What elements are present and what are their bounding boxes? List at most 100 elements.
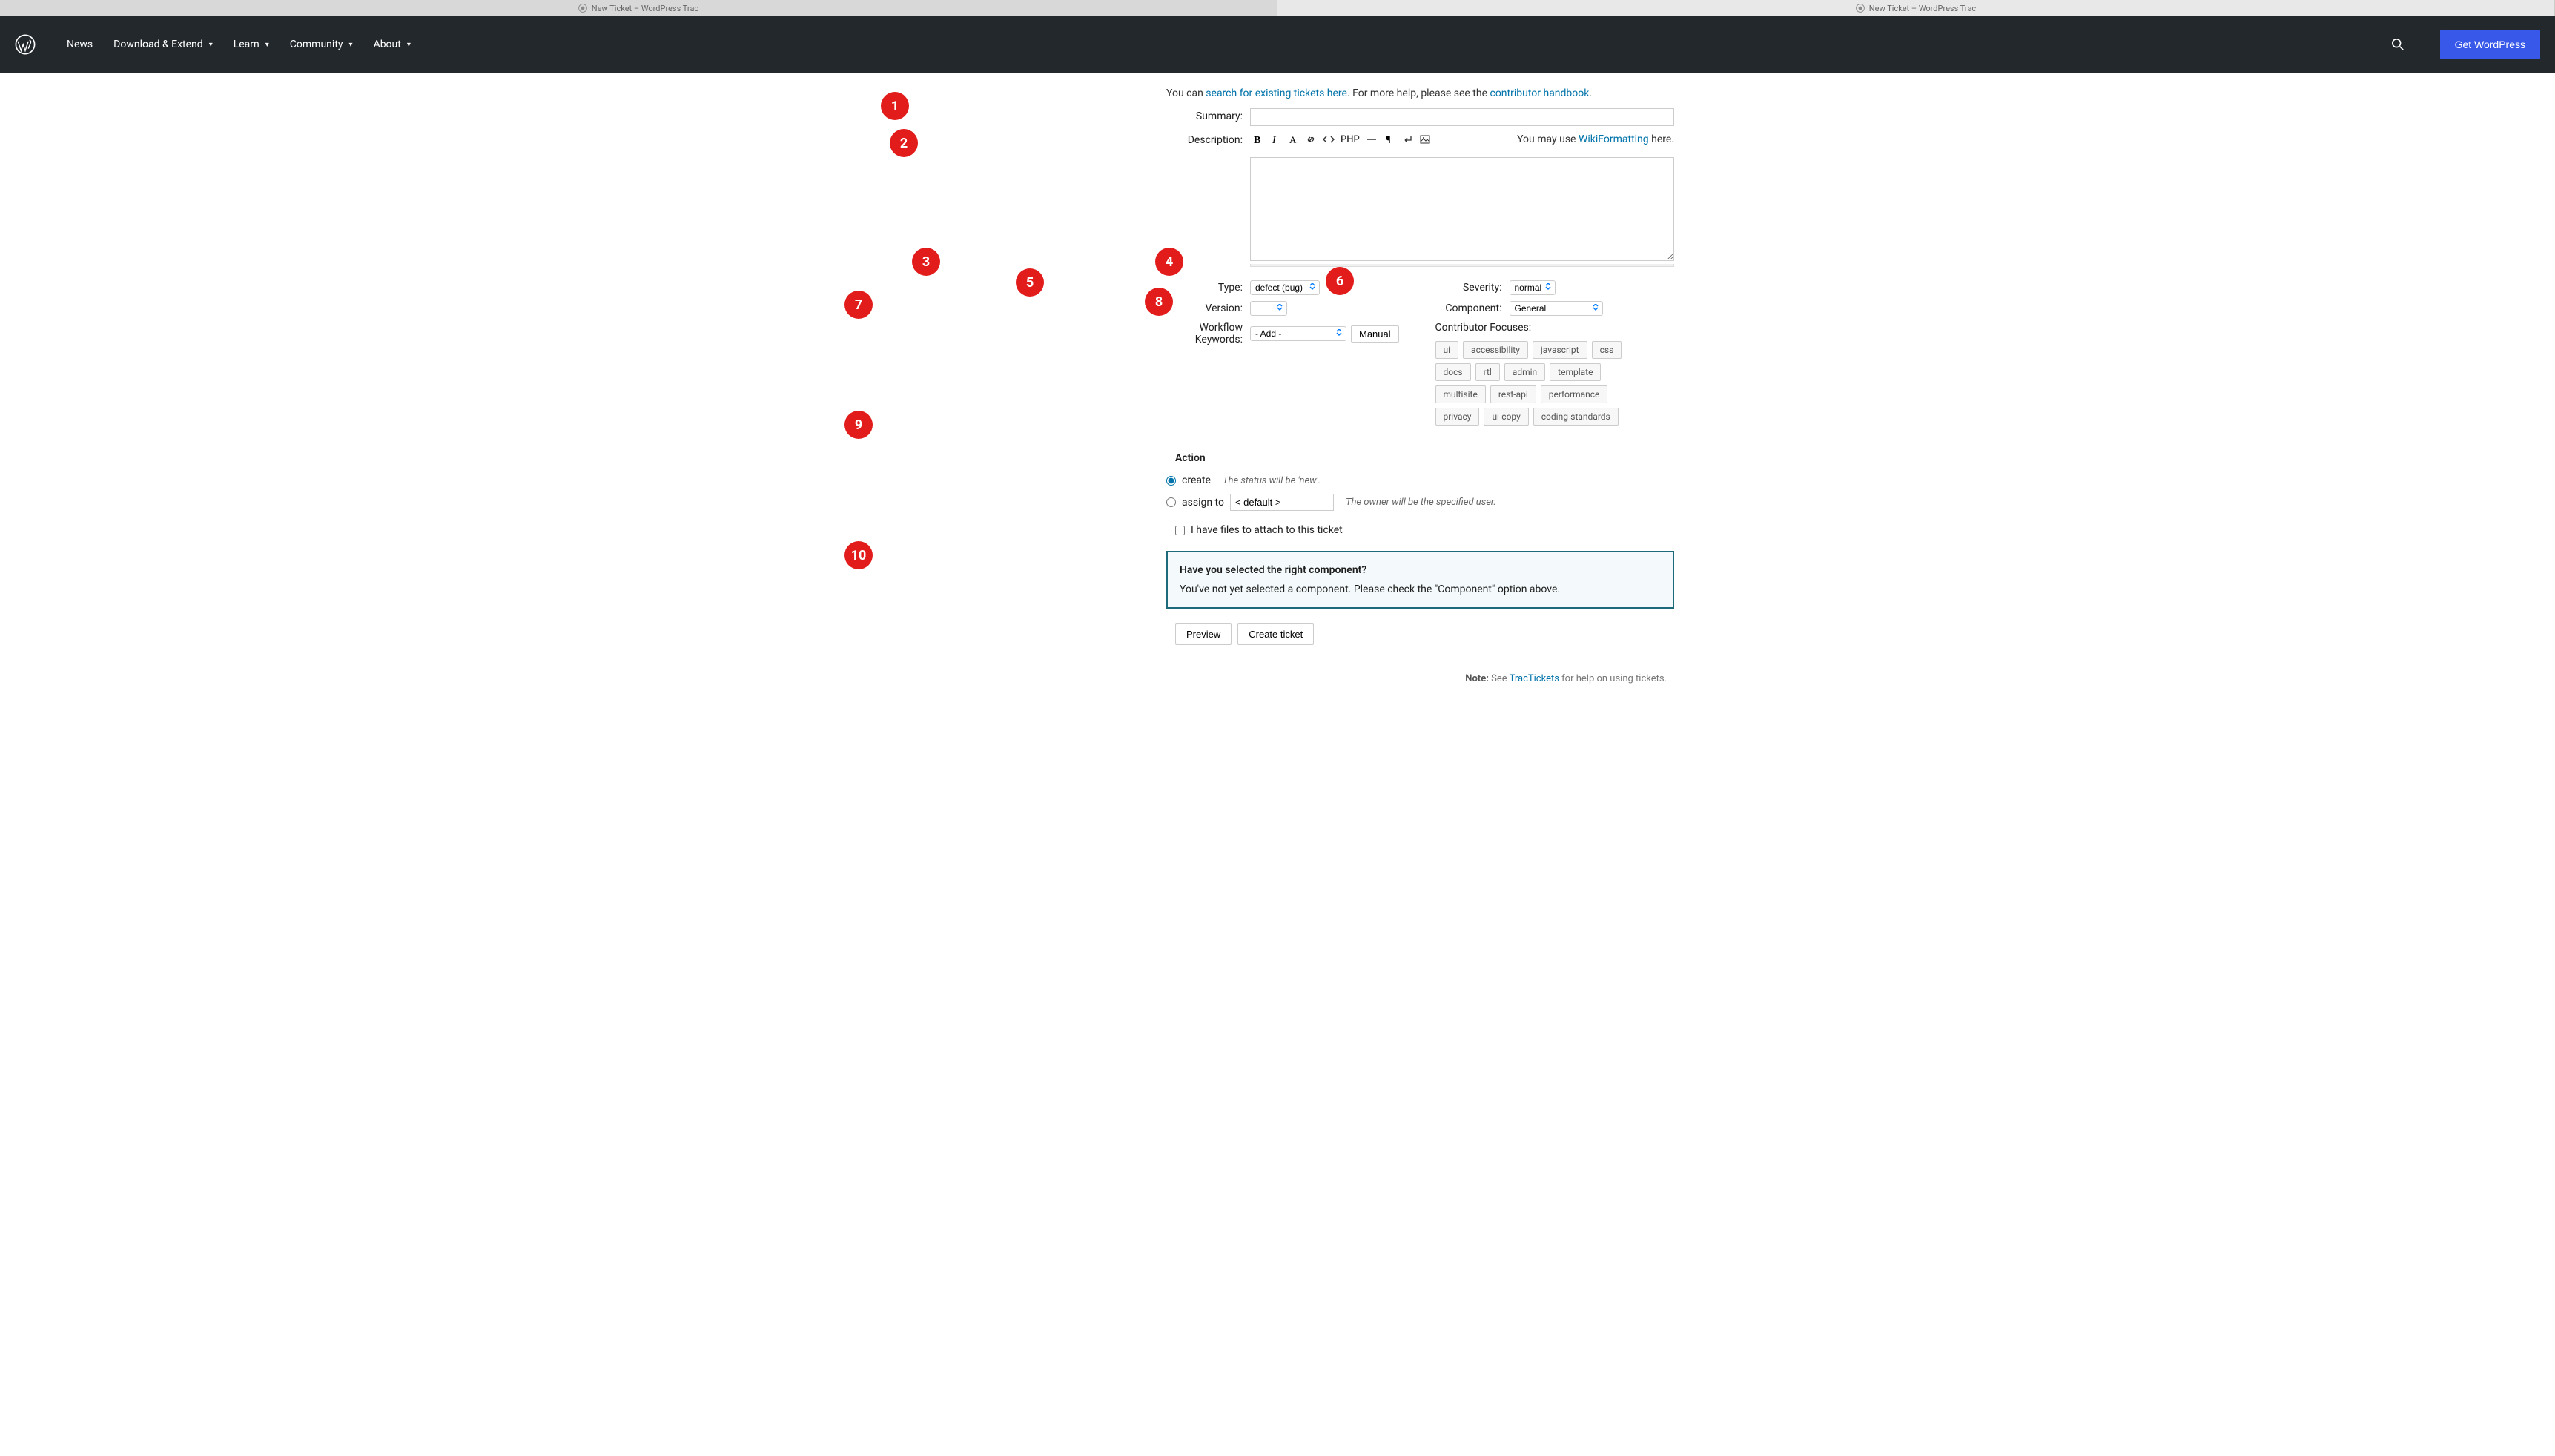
svg-text:A: A	[1289, 134, 1297, 145]
action-assign-radio[interactable]	[1166, 497, 1176, 507]
version-select[interactable]	[1250, 301, 1287, 316]
severity-select[interactable]: normal	[1510, 280, 1556, 295]
bold-icon[interactable]: B	[1250, 132, 1265, 147]
browser-tab-2[interactable]: New Ticket – WordPress Trac	[1278, 0, 2555, 16]
tab-title: New Ticket – WordPress Trac	[592, 4, 698, 13]
browser-tabs: New Ticket – WordPress Trac New Ticket –…	[0, 0, 2555, 16]
manual-button[interactable]: Manual	[1351, 325, 1399, 343]
annotation-badge: 1	[881, 92, 909, 120]
description-row: Description: B I A PHP ¶ You may use Wik…	[1166, 132, 1674, 267]
annotation-badge: 7	[844, 291, 873, 319]
action-section: Action create The status will be 'new'. …	[1166, 452, 1674, 536]
focus-tag[interactable]: performance	[1541, 385, 1608, 403]
focus-tag[interactable]: privacy	[1435, 408, 1480, 426]
handbook-link[interactable]: contributor handbook	[1490, 87, 1589, 99]
annotation-badge: 8	[1145, 288, 1173, 316]
focus-tag[interactable]: accessibility	[1463, 341, 1528, 359]
component-notice: Have you selected the right component? Y…	[1166, 551, 1674, 609]
assign-to-input[interactable]	[1230, 494, 1334, 511]
annotation-badge: 5	[1016, 268, 1044, 297]
wordpress-logo-icon[interactable]	[15, 34, 36, 55]
focus-tag[interactable]: coding-standards	[1533, 408, 1619, 426]
chevron-down-icon: ▾	[265, 41, 269, 49]
ticket-fields: Type: defect (bug) Version: Workflow Key…	[1166, 280, 1674, 431]
focus-tag[interactable]: rest-api	[1490, 385, 1536, 403]
focus-tag[interactable]: css	[1592, 341, 1622, 359]
newline-icon[interactable]	[1400, 132, 1415, 147]
description-label: Description:	[1166, 132, 1250, 146]
type-select[interactable]: defect (bug)	[1250, 280, 1320, 295]
component-select[interactable]: General	[1510, 301, 1603, 316]
main-nav: News Download & Extend▾ Learn▾ Community…	[58, 33, 2391, 56]
focus-tag[interactable]: multisite	[1435, 385, 1486, 403]
action-create-note: The status will be 'new'.	[1223, 475, 1321, 486]
focus-tag[interactable]: docs	[1435, 363, 1471, 381]
summary-input[interactable]	[1250, 108, 1674, 126]
nav-about[interactable]: About▾	[365, 33, 420, 56]
annotation-badge: 3	[912, 248, 940, 276]
focuses-label: Contributor Focuses:	[1435, 322, 1532, 334]
nav-learn[interactable]: Learn▾	[225, 33, 278, 56]
heading-icon[interactable]: A	[1286, 132, 1300, 147]
action-heading: Action	[1166, 452, 1674, 464]
intro-text: You can search for existing tickets here…	[1166, 87, 1674, 99]
component-label: Component:	[1435, 302, 1510, 314]
svg-text:¶: ¶	[1386, 134, 1391, 145]
image-icon[interactable]	[1418, 132, 1432, 147]
nav-download[interactable]: Download & Extend▾	[105, 33, 222, 56]
tab-favicon-icon	[578, 4, 587, 13]
browser-tab-1[interactable]: New Ticket – WordPress Trac	[0, 0, 1278, 16]
severity-label: Severity:	[1435, 282, 1510, 294]
attach-row: I have files to attach to this ticket	[1175, 524, 1674, 536]
editor-toolbar: B I A PHP ¶ You may use WikiFormatting h…	[1250, 132, 1674, 147]
preview-button[interactable]: Preview	[1175, 623, 1232, 645]
submit-row: Preview Create ticket	[1166, 623, 1674, 645]
action-assign-label[interactable]: assign to	[1182, 497, 1224, 509]
action-assign-note: The owner will be the specified user.	[1346, 497, 1496, 508]
get-wordpress-button[interactable]: Get WordPress	[2440, 30, 2540, 59]
resize-handle[interactable]	[1250, 264, 1674, 267]
paragraph-icon[interactable]: ¶	[1382, 132, 1397, 147]
attach-label[interactable]: I have files to attach to this ticket	[1191, 524, 1343, 536]
focus-tag[interactable]: javascript	[1533, 341, 1587, 359]
focus-tag[interactable]: admin	[1504, 363, 1545, 381]
workflow-label: Workflow Keywords:	[1166, 322, 1250, 345]
search-tickets-link[interactable]: search for existing tickets here	[1206, 87, 1347, 99]
nav-news[interactable]: News	[58, 33, 102, 56]
annotation-badge: 4	[1155, 248, 1183, 276]
svg-text:B: B	[1254, 135, 1260, 145]
focus-tag[interactable]: ui	[1435, 341, 1459, 359]
summary-row: Summary:	[1166, 108, 1674, 126]
create-ticket-button[interactable]: Create ticket	[1237, 623, 1314, 645]
action-assign-row: assign to The owner will be the specifie…	[1166, 494, 1674, 511]
nav-community[interactable]: Community▾	[281, 33, 362, 56]
wikiformatting-link[interactable]: WikiFormatting	[1579, 133, 1649, 145]
attach-checkbox[interactable]	[1175, 526, 1185, 535]
tab-title: New Ticket – WordPress Trac	[1869, 4, 1976, 13]
chevron-down-icon: ▾	[349, 41, 353, 49]
tab-favicon-icon	[1856, 4, 1865, 13]
focus-tag[interactable]: rtl	[1475, 363, 1500, 381]
chevron-down-icon: ▾	[209, 41, 213, 49]
italic-icon[interactable]: I	[1268, 132, 1283, 147]
action-create-label[interactable]: create	[1182, 474, 1211, 486]
main-content: 1 2 3 4 5 6 7 8 9 10 You can search for …	[881, 73, 1674, 684]
footer-note: Note: See TracTickets for help on using …	[1166, 673, 1674, 684]
php-button[interactable]: PHP	[1339, 132, 1361, 147]
svg-text:I: I	[1272, 135, 1277, 145]
focuses-tags: ui accessibility javascript css docs rtl…	[1435, 341, 1650, 426]
annotation-badge: 2	[890, 129, 918, 157]
action-create-radio[interactable]	[1166, 476, 1176, 486]
action-create-row: create The status will be 'new'.	[1166, 474, 1674, 486]
summary-label: Summary:	[1166, 108, 1250, 122]
hr-icon[interactable]	[1364, 132, 1379, 147]
annotation-badge: 9	[844, 411, 873, 439]
code-icon[interactable]	[1321, 132, 1336, 147]
description-textarea[interactable]	[1250, 157, 1674, 261]
workflow-select[interactable]: - Add -	[1250, 326, 1346, 341]
focus-tag[interactable]: template	[1550, 363, 1601, 381]
tractickets-link[interactable]: TracTickets	[1510, 673, 1559, 684]
focus-tag[interactable]: ui-copy	[1484, 408, 1528, 426]
search-icon[interactable]	[2391, 38, 2404, 51]
link-icon[interactable]	[1303, 132, 1318, 147]
